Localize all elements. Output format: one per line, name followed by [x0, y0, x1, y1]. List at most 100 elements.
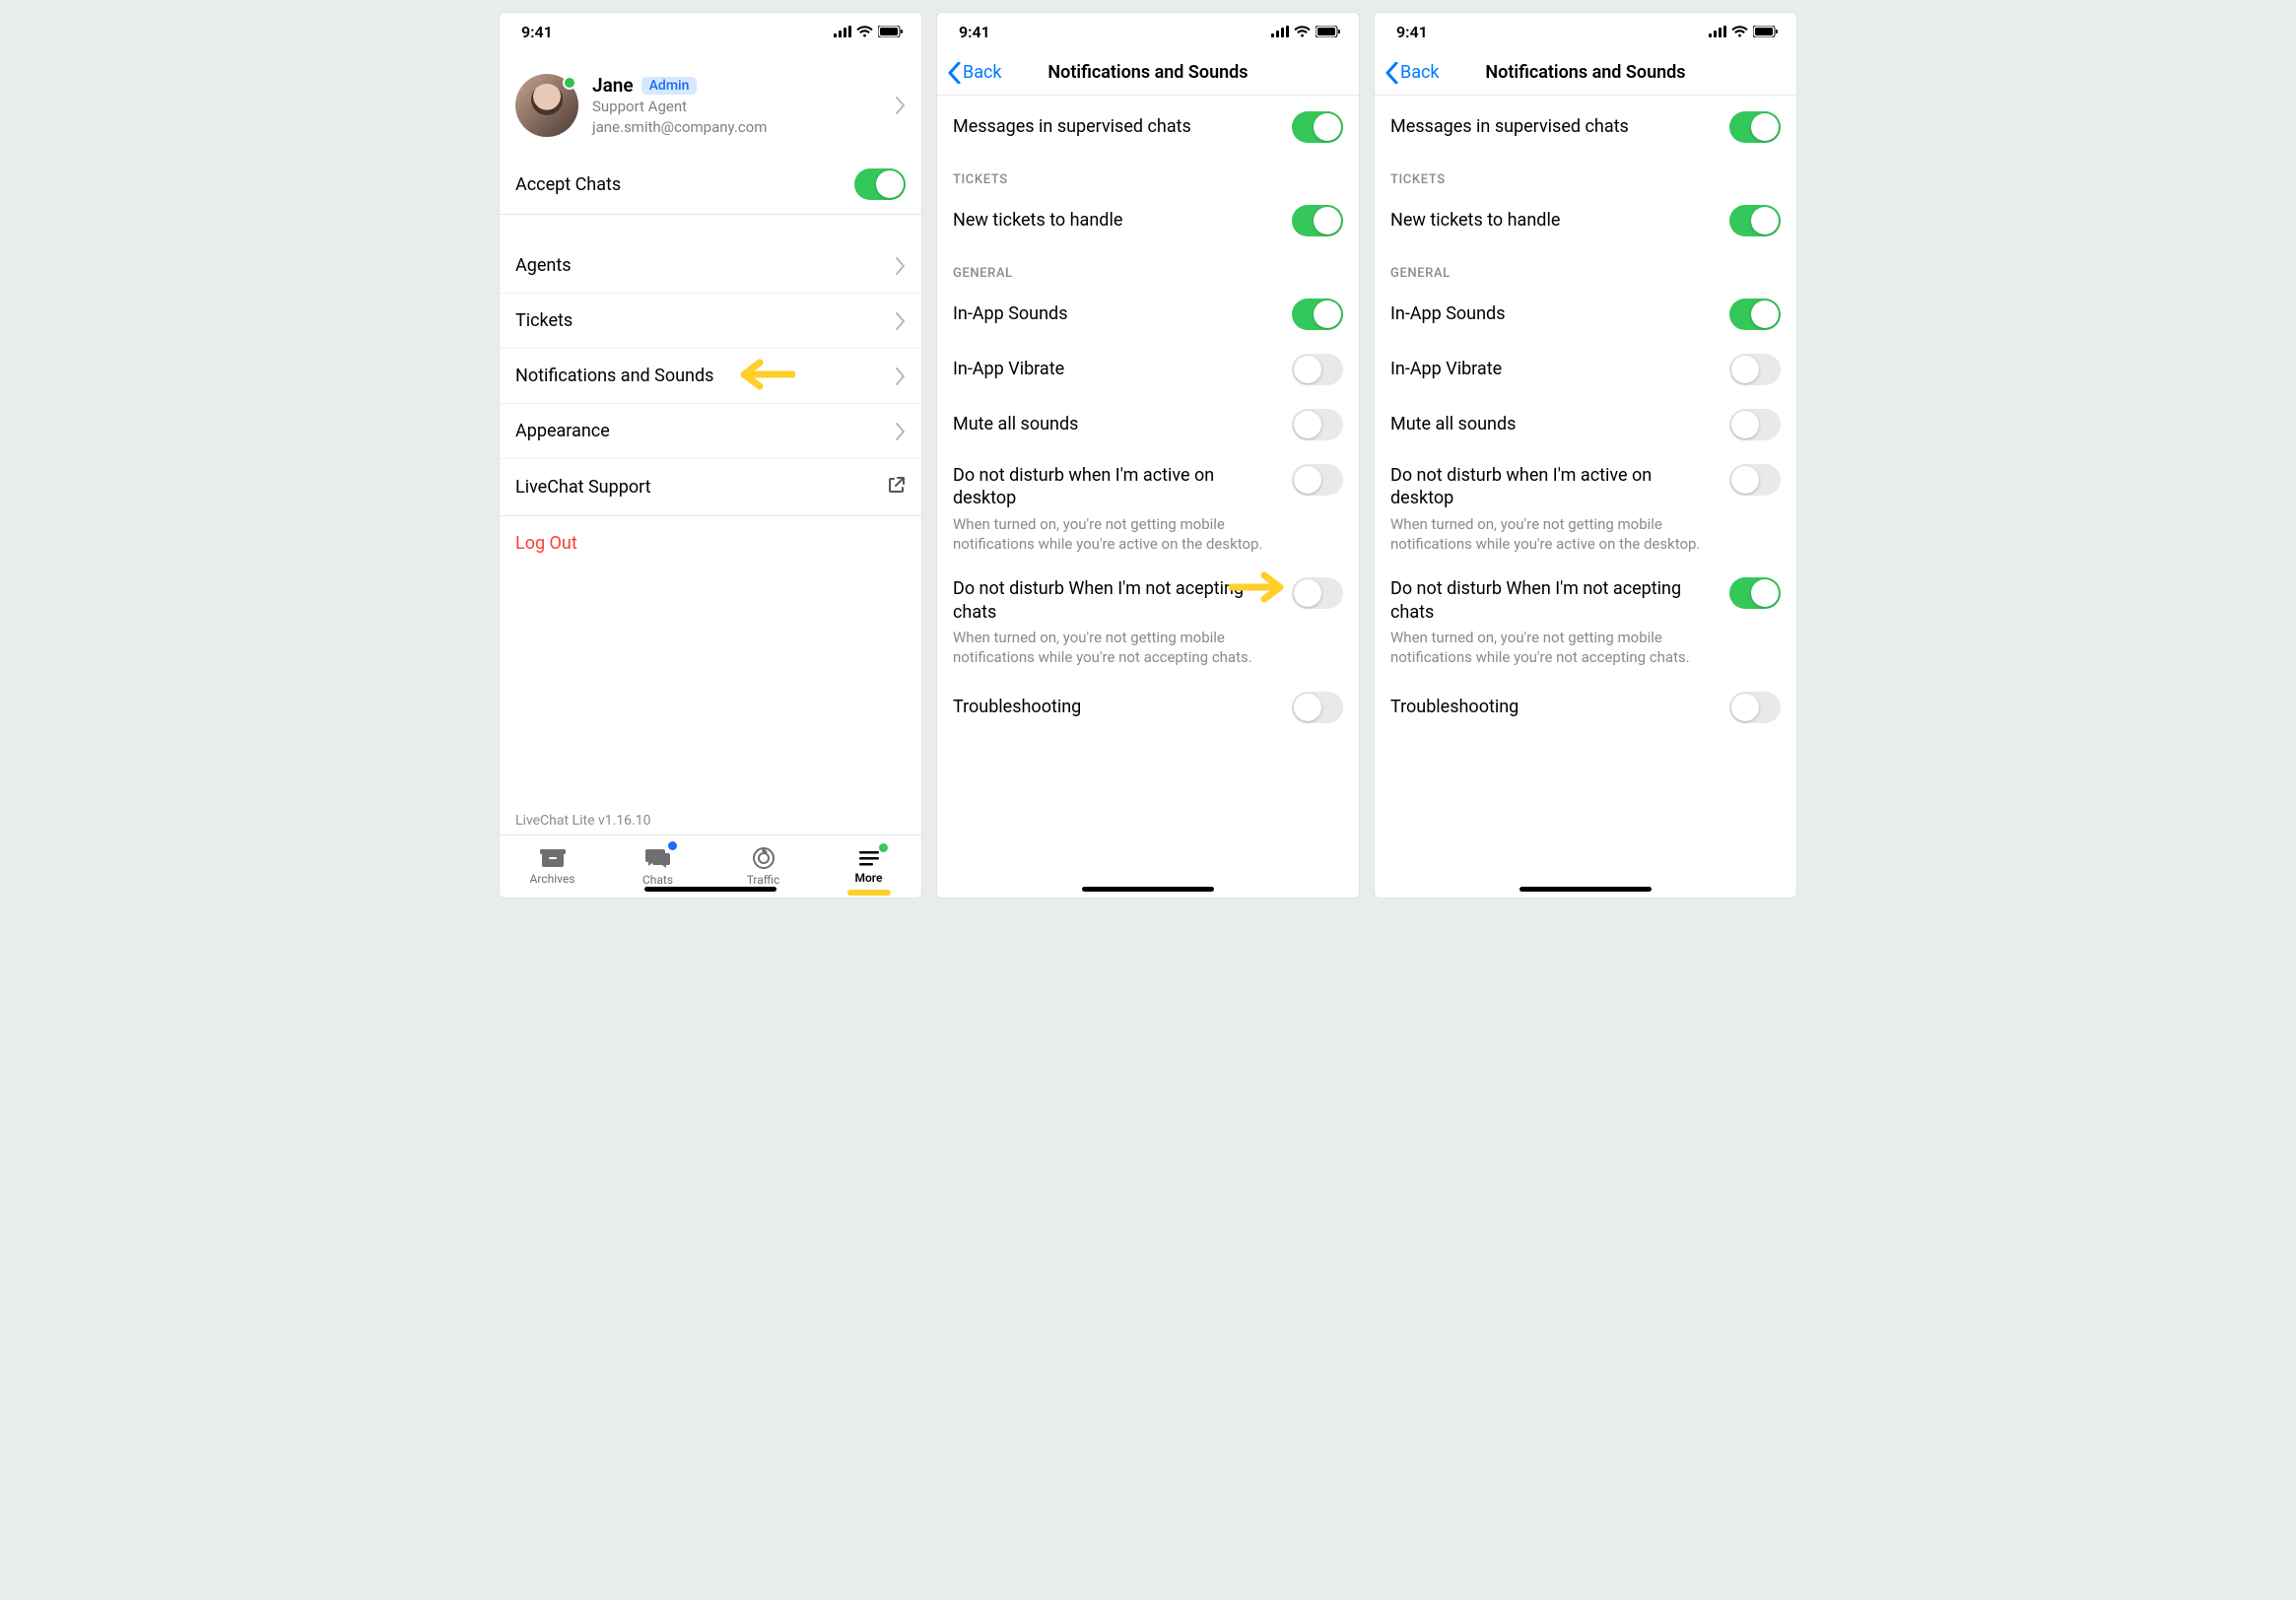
in-app-vibrate-toggle[interactable]	[1729, 354, 1781, 385]
row-in-app-vibrate: In-App Vibrate	[937, 342, 1359, 397]
menu-item-notifications[interactable]: Notifications and Sounds	[500, 348, 921, 403]
menu-item-logout[interactable]: Log Out	[500, 516, 921, 570]
new-tickets-toggle[interactable]	[1729, 205, 1781, 236]
status-indicators	[834, 26, 904, 37]
chevron-right-icon	[896, 367, 906, 385]
dnd-desktop-toggle[interactable]	[1729, 464, 1781, 496]
row-label: Do not disturb when I'm active on deskto…	[953, 464, 1278, 510]
menu-label: Appearance	[515, 421, 610, 441]
menu-label: LiveChat Support	[515, 477, 651, 498]
troubleshooting-toggle[interactable]	[1729, 692, 1781, 723]
dnd-not-accepting-toggle[interactable]	[1729, 577, 1781, 609]
more-icon	[857, 848, 881, 868]
back-button[interactable]: Back	[947, 62, 1002, 84]
cellular-icon	[834, 26, 851, 37]
menu-label: Agents	[515, 255, 572, 276]
row-label: New tickets to handle	[953, 209, 1278, 232]
tab-label: Chats	[642, 873, 673, 887]
highlight-annotation	[847, 890, 891, 896]
dnd-not-accepting-toggle[interactable]	[1292, 577, 1343, 609]
tab-more[interactable]: More	[816, 835, 921, 898]
menu-item-support[interactable]: LiveChat Support	[500, 458, 921, 515]
back-label: Back	[1400, 62, 1440, 83]
chevron-right-icon	[896, 423, 906, 440]
tab-label: Archives	[530, 872, 575, 886]
row-dnd-desktop: Do not disturb when I'm active on deskto…	[1375, 452, 1796, 566]
row-new-tickets: New tickets to handle	[937, 193, 1359, 248]
row-new-tickets: New tickets to handle	[1375, 193, 1796, 248]
menu-item-agents[interactable]: Agents	[500, 238, 921, 293]
notifications-screen-b: 9:41 Back Notifications and Sounds Messa…	[1374, 12, 1797, 899]
home-indicator	[644, 887, 777, 892]
row-dnd-not-accepting: Do not disturb When I'm not acepting cha…	[1375, 566, 1796, 679]
cellular-icon	[1709, 26, 1726, 37]
admin-badge: Admin	[642, 77, 698, 95]
row-label: In-App Vibrate	[953, 358, 1278, 380]
arrow-annotation-icon	[736, 357, 795, 392]
presence-dot-icon	[563, 76, 576, 90]
in-app-sounds-toggle[interactable]	[1292, 299, 1343, 330]
row-mute-all: Mute all sounds	[937, 397, 1359, 452]
menu-item-tickets[interactable]: Tickets	[500, 293, 921, 348]
status-time: 9:41	[521, 23, 553, 41]
row-desc: When turned on, you're not getting mobil…	[1390, 628, 1716, 668]
accept-chats-toggle[interactable]	[854, 168, 906, 200]
new-tickets-toggle[interactable]	[1292, 205, 1343, 236]
supervised-toggle[interactable]	[1729, 111, 1781, 143]
row-label: In-App Vibrate	[1390, 358, 1716, 380]
section-header-general: GENERAL	[1375, 248, 1796, 287]
status-bar: 9:41	[500, 13, 921, 50]
back-button[interactable]: Back	[1384, 62, 1440, 84]
supervised-toggle[interactable]	[1292, 111, 1343, 143]
external-link-icon	[888, 476, 906, 499]
status-bar: 9:41	[1375, 13, 1796, 50]
battery-icon	[1753, 26, 1779, 37]
in-app-sounds-toggle[interactable]	[1729, 299, 1781, 330]
status-indicators	[1709, 26, 1779, 37]
back-label: Back	[963, 62, 1002, 83]
row-label: In-App Sounds	[1390, 302, 1716, 325]
row-label: Do not disturb When I'm not acepting cha…	[1390, 577, 1716, 624]
nav-bar: Back Notifications and Sounds	[937, 50, 1359, 96]
tab-label: Traffic	[747, 873, 780, 887]
row-label: Mute all sounds	[1390, 413, 1716, 435]
section-header-general: GENERAL	[937, 248, 1359, 287]
avatar-wrap	[515, 74, 578, 137]
status-bar: 9:41	[937, 13, 1359, 50]
mute-all-toggle[interactable]	[1292, 409, 1343, 440]
row-label: In-App Sounds	[953, 302, 1278, 325]
menu-item-appearance[interactable]: Appearance	[500, 403, 921, 458]
mute-all-toggle[interactable]	[1729, 409, 1781, 440]
row-in-app-sounds: In-App Sounds	[1375, 287, 1796, 342]
chevron-right-icon	[896, 97, 906, 114]
chats-icon	[644, 846, 672, 870]
troubleshooting-toggle[interactable]	[1292, 692, 1343, 723]
row-label: Troubleshooting	[1390, 696, 1716, 718]
nav-bar: Back Notifications and Sounds	[1375, 50, 1796, 96]
row-in-app-vibrate: In-App Vibrate	[1375, 342, 1796, 397]
row-label: Messages in supervised chats	[953, 115, 1278, 138]
battery-icon	[1316, 26, 1341, 37]
row-desc: When turned on, you're not getting mobil…	[1390, 514, 1716, 555]
notification-dot-icon	[879, 843, 888, 852]
user-email: jane.smith@company.com	[592, 117, 882, 137]
dnd-desktop-toggle[interactable]	[1292, 464, 1343, 496]
profile-row[interactable]: Jane Admin Support Agent jane.smith@comp…	[500, 50, 921, 155]
row-in-app-sounds: In-App Sounds	[937, 287, 1359, 342]
settings-list[interactable]: Messages in supervised chats TICKETS New…	[1375, 96, 1796, 898]
notifications-screen-a: 9:41 Back Notifications and Sounds Messa…	[936, 12, 1360, 899]
battery-icon	[878, 26, 904, 37]
row-dnd-not-accepting: Do not disturb When I'm not acepting cha…	[937, 566, 1359, 679]
row-desc: When turned on, you're not getting mobil…	[953, 628, 1278, 668]
settings-list[interactable]: Messages in supervised chats TICKETS New…	[937, 96, 1359, 898]
archive-icon	[540, 847, 566, 869]
wifi-icon	[1731, 26, 1748, 37]
in-app-vibrate-toggle[interactable]	[1292, 354, 1343, 385]
user-name: Jane	[592, 74, 634, 97]
user-role: Support Agent	[592, 97, 882, 116]
row-supervised-chats: Messages in supervised chats	[937, 100, 1359, 155]
chevron-right-icon	[896, 257, 906, 275]
home-indicator	[1082, 887, 1214, 892]
tab-archives[interactable]: Archives	[500, 835, 605, 898]
row-label: Troubleshooting	[953, 696, 1278, 718]
